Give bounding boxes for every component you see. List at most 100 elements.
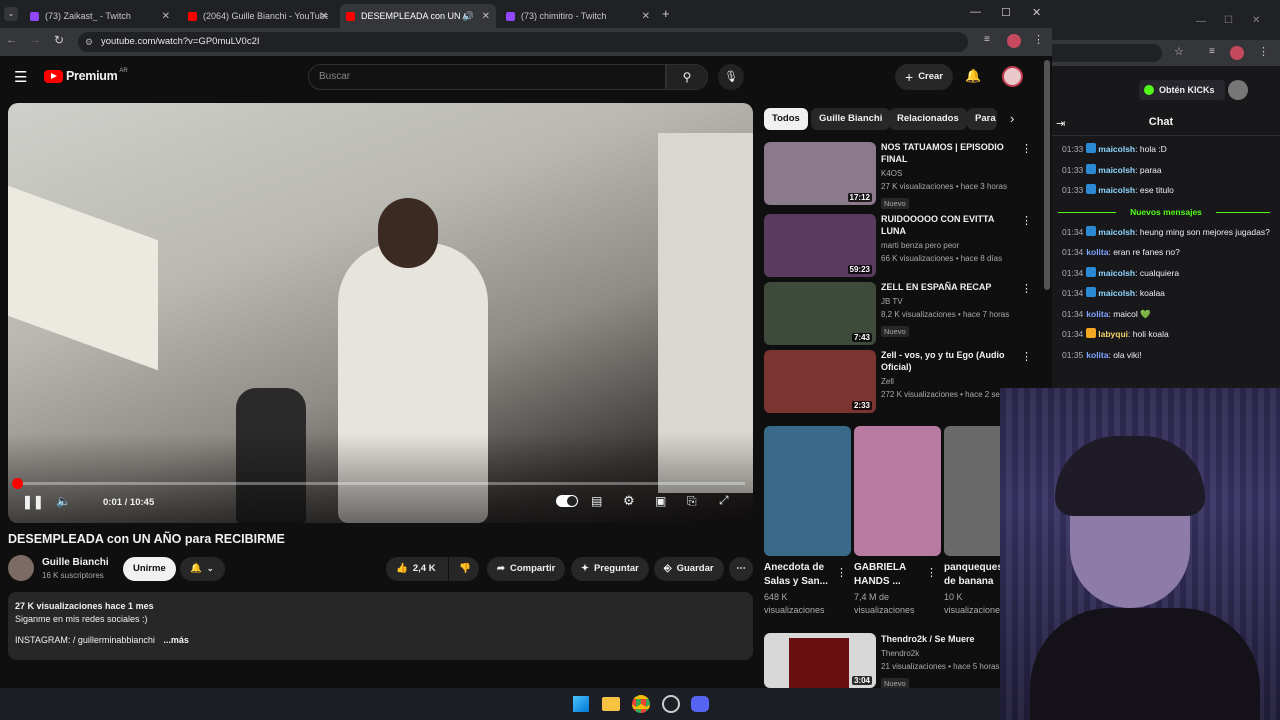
subtitles-icon[interactable]: ▤ bbox=[591, 494, 602, 508]
close-icon[interactable]: ✕ bbox=[320, 11, 328, 22]
forward-icon[interactable]: → bbox=[30, 34, 41, 46]
menu-kebab-icon[interactable]: ⋮ bbox=[1258, 45, 1269, 58]
create-button[interactable]: + Crear bbox=[895, 64, 954, 90]
tab-1[interactable]: (2064) Guille Bianchi - YouTube ✕ bbox=[182, 4, 334, 28]
autoplay-toggle[interactable] bbox=[556, 495, 578, 507]
minimize-icon[interactable]: — bbox=[970, 6, 981, 18]
chip-all[interactable]: Todos bbox=[764, 108, 808, 130]
more-options-icon[interactable]: ⋮ bbox=[1021, 214, 1032, 227]
tab-search-icon[interactable]: ⌄ bbox=[4, 7, 18, 21]
like-button[interactable]: 👍 2,4 K bbox=[386, 557, 448, 581]
message-username[interactable]: labyqui bbox=[1098, 329, 1128, 339]
media-control-icon[interactable]: ≡ bbox=[984, 34, 990, 45]
message-username[interactable]: kolita bbox=[1086, 247, 1108, 257]
recommended-meta[interactable]: ZELL EN ESPAÑA RECAP JB TV 8,2 K visuali… bbox=[881, 281, 1016, 339]
short-thumbnail[interactable] bbox=[764, 426, 851, 556]
chrome-icon[interactable] bbox=[632, 695, 650, 713]
miniplayer-icon[interactable]: ▣ bbox=[655, 494, 666, 508]
new-tab-button[interactable]: + bbox=[662, 6, 670, 21]
message-username[interactable]: maicolsh bbox=[1098, 185, 1135, 195]
profile-avatar[interactable] bbox=[1007, 34, 1021, 48]
close-icon[interactable]: ✕ bbox=[162, 11, 170, 22]
recommended-thumbnail[interactable]: 59:23 bbox=[764, 214, 876, 277]
subscription-bell-button[interactable]: 🔔 ⌄ bbox=[180, 557, 225, 581]
recommended-meta[interactable]: Zell - vos, yo y tu Ego (Audio Oficial) … bbox=[881, 349, 1016, 401]
tab-0[interactable]: (73) Zaikast_ - Twitch ✕ bbox=[24, 4, 176, 28]
tab-3[interactable]: (73) chimitiro - Twitch ✕ bbox=[500, 4, 656, 28]
search-button[interactable]: ⚲ bbox=[666, 64, 708, 90]
chip-channel[interactable]: Guille Bianchi bbox=[811, 108, 891, 130]
short-thumbnail[interactable] bbox=[854, 426, 941, 556]
voice-search-button[interactable]: 🎙 bbox=[718, 64, 744, 90]
more-options-icon[interactable]: ⋮ bbox=[1021, 282, 1032, 295]
message-username[interactable]: maicolsh bbox=[1098, 288, 1135, 298]
recommended-meta[interactable]: Thendro2k / Se Muere Thendro2k 21 visual… bbox=[881, 633, 1016, 691]
chat-url-field[interactable] bbox=[1052, 44, 1162, 62]
discord-icon[interactable] bbox=[691, 696, 709, 712]
page-scrollbar[interactable] bbox=[1044, 60, 1050, 290]
profile-avatar[interactable] bbox=[1230, 46, 1244, 60]
recommended-thumbnail[interactable]: 2:33 bbox=[764, 350, 876, 413]
more-options-icon[interactable]: ⋮ bbox=[926, 566, 937, 579]
settings-gear-icon[interactable]: ⚙ bbox=[623, 493, 635, 509]
file-explorer-icon[interactable] bbox=[602, 697, 620, 711]
progress-scrubber[interactable] bbox=[12, 478, 23, 489]
more-options-icon[interactable]: ⋮ bbox=[1021, 350, 1032, 363]
close-icon[interactable]: ✕ bbox=[642, 11, 650, 22]
maximize-icon[interactable]: ☐ bbox=[1001, 6, 1011, 19]
recommended-thumbnail[interactable]: 17:12 bbox=[764, 142, 876, 205]
share-button[interactable]: ➦ Compartir bbox=[487, 557, 566, 581]
join-button[interactable]: Unirme bbox=[123, 557, 176, 581]
more-options-icon[interactable]: ⋮ bbox=[836, 566, 847, 579]
maximize-icon[interactable]: ☐ bbox=[1224, 15, 1233, 26]
message-username[interactable]: maicolsh bbox=[1098, 227, 1135, 237]
chip-related[interactable]: Relacionados bbox=[889, 108, 967, 130]
close-icon[interactable]: ✕ bbox=[482, 11, 490, 22]
minimize-icon[interactable]: — bbox=[1196, 16, 1206, 27]
more-options-icon[interactable]: ⋮ bbox=[1021, 142, 1032, 155]
back-icon[interactable]: ← bbox=[6, 34, 17, 46]
hamburger-menu-icon[interactable]: ☰ bbox=[14, 68, 27, 86]
message-username[interactable]: maicolsh bbox=[1098, 165, 1135, 175]
recommended-meta[interactable]: RUIDOOOOO CON EVITTA LUNA marti benza pe… bbox=[881, 213, 1016, 265]
save-button[interactable]: ⎆ Guardar bbox=[654, 557, 724, 581]
user-avatar[interactable] bbox=[1228, 80, 1248, 100]
recommended-thumbnail[interactable]: 7:43 bbox=[764, 282, 876, 345]
show-more-link[interactable]: ...más bbox=[163, 635, 189, 645]
get-kicks-button[interactable]: Obtén KICKs bbox=[1139, 80, 1225, 100]
account-avatar[interactable] bbox=[1002, 66, 1023, 87]
cast-icon[interactable]: ⎘ bbox=[687, 494, 697, 509]
chevron-right-icon[interactable]: › bbox=[1010, 111, 1014, 126]
message-username[interactable]: kolita bbox=[1086, 350, 1108, 360]
channel-name[interactable]: Guille Bianchi bbox=[42, 557, 109, 568]
close-window-icon[interactable]: ✕ bbox=[1032, 6, 1041, 19]
audio-playing-icon[interactable]: 🔊 bbox=[463, 11, 474, 22]
description-box[interactable]: 27 K visualizaciones hace 1 mes Siganme … bbox=[8, 592, 753, 660]
tab-2-active[interactable]: DESEMPLEADA con UN AÑ 🔊 ✕ bbox=[340, 4, 496, 28]
channel-avatar[interactable] bbox=[8, 555, 34, 581]
notifications-bell-icon[interactable]: 🔔 bbox=[965, 68, 981, 84]
reload-icon[interactable]: ↻ bbox=[54, 33, 64, 47]
message-username[interactable]: maicolsh bbox=[1098, 144, 1135, 154]
progress-bar[interactable] bbox=[12, 478, 745, 489]
dislike-button[interactable]: 👎 bbox=[449, 557, 479, 581]
chip-for-you[interactable]: Para bbox=[967, 108, 997, 130]
windows-start-icon[interactable] bbox=[573, 696, 589, 712]
pause-icon[interactable]: ❚❚ bbox=[22, 494, 44, 510]
youtube-logo[interactable]: Premium AR bbox=[44, 68, 128, 83]
volume-icon[interactable]: 🔈 bbox=[56, 494, 71, 508]
site-info-icon[interactable]: ⚙ bbox=[85, 32, 93, 52]
ask-button[interactable]: ✦ Preguntar bbox=[571, 557, 649, 581]
obs-icon[interactable] bbox=[662, 695, 680, 713]
short-meta[interactable]: Anecdota de Salas y San... 648 K visuali… bbox=[764, 561, 836, 617]
video-player[interactable]: ❚❚ 🔈 0:01 / 10:45 ▤ ⚙ ▣ ⎘ ⤢ bbox=[8, 103, 753, 523]
message-username[interactable]: kolita bbox=[1086, 309, 1108, 319]
url-field[interactable]: ⚙ youtube.com/watch?v=GP0muLV0c2I bbox=[78, 32, 968, 52]
close-window-icon[interactable]: ✕ bbox=[1252, 15, 1260, 26]
bookmark-star-icon[interactable]: ☆ bbox=[1174, 45, 1184, 58]
recommended-meta[interactable]: NOS TATUAMOS | EPISODIO FINAL K4OS 27 K … bbox=[881, 141, 1016, 211]
menu-kebab-icon[interactable]: ⋮ bbox=[1033, 33, 1044, 46]
short-meta[interactable]: GABRIELA HANDS ... 7,4 M de visualizacio… bbox=[854, 561, 926, 617]
more-actions-button[interactable]: ⋯ bbox=[729, 557, 753, 581]
search-input[interactable]: Buscar bbox=[308, 64, 666, 90]
